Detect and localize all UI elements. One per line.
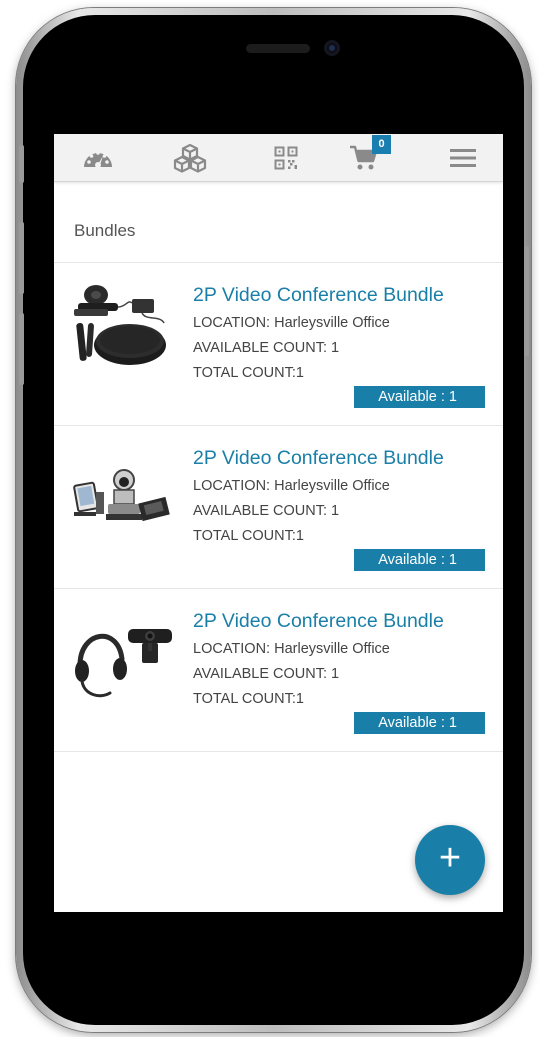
bundle-location: LOCATION: Harleysville Office — [193, 478, 390, 494]
bundle-title[interactable]: 2P Video Conference Bundle — [193, 284, 444, 307]
silent-switch — [19, 145, 24, 183]
power-button — [524, 246, 529, 356]
bundle-list: 2P Video Conference Bundle LOCATION: Har… — [54, 262, 503, 752]
bundle-list-item[interactable]: 2P Video Conference Bundle LOCATION: Har… — [54, 263, 503, 426]
volume-down-button — [19, 313, 24, 385]
nav-inventory[interactable] — [170, 142, 210, 174]
app-screen: 0 Bundles 2P Video Conference Bundle LOC… — [54, 134, 503, 912]
bundle-total-count: TOTAL COUNT:1 — [193, 528, 304, 544]
boxes-icon — [172, 143, 208, 173]
conference-ptz-camera-kit-image — [70, 440, 180, 550]
earpiece-speaker — [246, 44, 310, 53]
availability-badge: Available : 1 — [354, 712, 485, 734]
top-navigation-bar: 0 — [54, 134, 503, 182]
bundle-location: LOCATION: Harleysville Office — [193, 641, 390, 657]
cart-count-badge: 0 — [372, 135, 391, 154]
bundle-title[interactable]: 2P Video Conference Bundle — [193, 447, 444, 470]
hamburger-menu-icon — [450, 147, 476, 169]
volume-up-button — [19, 222, 24, 294]
bundle-location: LOCATION: Harleysville Office — [193, 315, 390, 331]
bundle-list-item[interactable]: 2P Video Conference Bundle LOCATION: Har… — [54, 589, 503, 752]
bundle-available-count: AVAILABLE COUNT: 1 — [193, 340, 340, 356]
page-title: Bundles — [74, 221, 136, 240]
bundle-available-count: AVAILABLE COUNT: 1 — [193, 666, 340, 682]
dashboard-gauge-icon — [82, 145, 114, 171]
nav-dashboard[interactable] — [78, 142, 118, 174]
headset-webcam-image — [70, 603, 180, 713]
bundle-total-count: TOTAL COUNT:1 — [193, 691, 304, 707]
front-camera — [324, 40, 340, 56]
bundle-list-item[interactable]: 2P Video Conference Bundle LOCATION: Har… — [54, 426, 503, 589]
qr-code-icon — [274, 146, 298, 170]
availability-badge: Available : 1 — [354, 549, 485, 571]
nav-scan[interactable] — [266, 142, 306, 174]
conference-camera-speakerphone-image — [70, 277, 180, 387]
bundle-title[interactable]: 2P Video Conference Bundle — [193, 610, 444, 633]
bundle-available-count: AVAILABLE COUNT: 1 — [193, 503, 340, 519]
availability-badge: Available : 1 — [354, 386, 485, 408]
bundle-total-count: TOTAL COUNT:1 — [193, 365, 304, 381]
add-bundle-button[interactable]: + — [415, 825, 485, 895]
nav-menu[interactable] — [443, 142, 483, 174]
